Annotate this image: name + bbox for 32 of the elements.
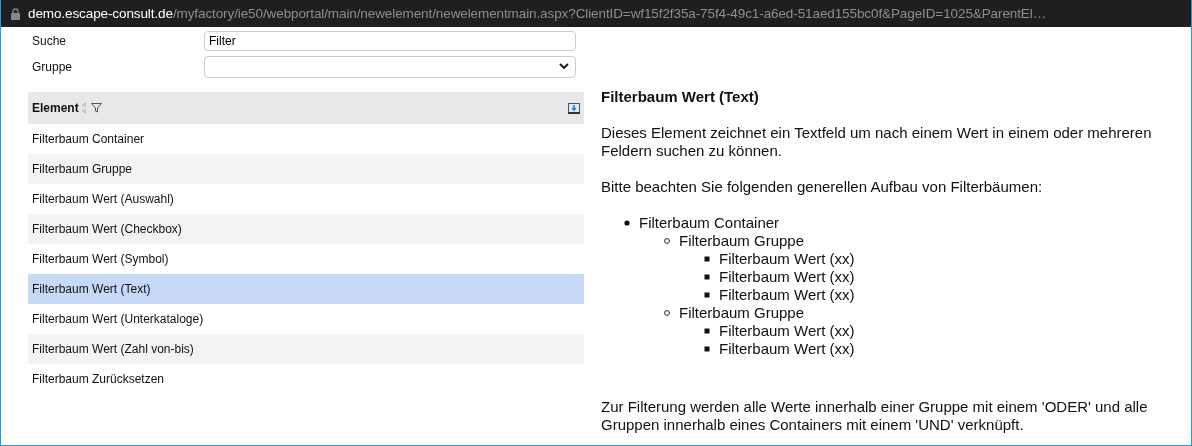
search-field[interactable]: Filter bbox=[204, 30, 576, 51]
list-item: Filterbaum Wert (xx) bbox=[719, 268, 855, 286]
chevron-down-icon bbox=[559, 63, 569, 70]
table-row[interactable]: Filterbaum Wert (Text) bbox=[28, 274, 584, 304]
description-text: Zur Filterung werden alle Werte innerhalb einer Gruppe mit einem 'ODER' und alle Gruppen innerhalb eines Containers mit einem 'UND' verknüpft. bbox=[601, 398, 1149, 434]
lock-icon bbox=[11, 7, 20, 20]
export-icon[interactable] bbox=[568, 102, 580, 114]
column-header[interactable]: Element bbox=[32, 101, 79, 115]
detail-title: Filterbaum Wert (Text) bbox=[601, 88, 760, 106]
table-row[interactable]: Filterbaum Gruppe bbox=[28, 154, 584, 184]
list-item: Filterbaum Wert (xx) bbox=[719, 250, 855, 268]
bullet-icon bbox=[704, 274, 710, 280]
list-item: Filterbaum Container bbox=[639, 214, 780, 232]
list-item: Filterbaum Wert (xx) bbox=[719, 322, 855, 340]
field-label: Gruppe bbox=[31, 59, 74, 74]
bullet-icon bbox=[664, 238, 670, 244]
list-item: Filterbaum Gruppe bbox=[679, 304, 805, 322]
description-text: Bitte beachten Sie folgenden generellen Aufbau von Filterbäumen: bbox=[601, 178, 1044, 196]
bullet-icon bbox=[664, 310, 670, 316]
bullet-icon bbox=[624, 220, 630, 226]
bullet-icon bbox=[704, 292, 710, 298]
table-row[interactable]: Filterbaum Wert (Checkbox) bbox=[28, 214, 584, 244]
field-label: Suche bbox=[31, 33, 68, 48]
bullet-icon bbox=[704, 256, 710, 262]
filter-icon[interactable] bbox=[90, 103, 102, 113]
list-item: Filterbaum Wert (xx) bbox=[719, 340, 855, 358]
list-item: Filterbaum Gruppe bbox=[679, 232, 805, 250]
list-item: Filterbaum Wert (xx) bbox=[719, 286, 855, 304]
table-row[interactable]: Filterbaum Wert (Zahl von-bis) bbox=[28, 334, 584, 364]
description-text: Dieses Element zeichnet ein Textfeld um nach einem Wert in einem oder mehreren Feldern suchen zu können. bbox=[601, 124, 1153, 160]
bullet-icon bbox=[704, 346, 710, 352]
bullet-icon bbox=[704, 328, 710, 334]
